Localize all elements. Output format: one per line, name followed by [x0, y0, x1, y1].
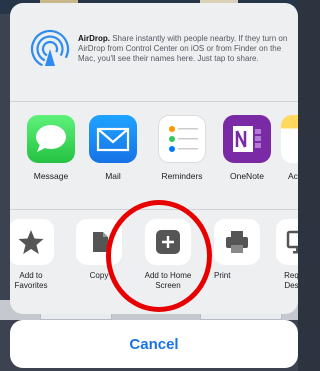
action-print[interactable]: Print [210, 219, 264, 281]
airdrop-description: AirDrop. Share instantly with people nea… [78, 34, 296, 65]
message-icon [27, 115, 75, 163]
star-icon [10, 219, 54, 265]
notes-icon [281, 115, 298, 163]
divider [10, 101, 298, 102]
share-app-onenote[interactable]: OneNote [220, 115, 274, 181]
share-app-label: Reminders [161, 171, 203, 181]
action-label: Request Desktop [284, 271, 298, 290]
action-label: Add to Favorites [14, 271, 48, 290]
share-app-label: Ac [288, 171, 298, 181]
airdrop-body: Share instantly with people nearby. If t… [78, 34, 288, 64]
red-highlight-circle [106, 200, 212, 312]
mail-icon [89, 115, 137, 163]
share-app-reminders[interactable]: Reminders [155, 115, 209, 181]
action-request-desktop[interactable]: Request Desktop [272, 219, 298, 290]
reminders-icon [158, 115, 206, 163]
share-app-label: Message [33, 171, 69, 181]
desktop-icon [276, 219, 298, 265]
onenote-icon [223, 115, 271, 163]
airdrop-section[interactable]: AirDrop. Share instantly with people nea… [10, 3, 298, 101]
share-apps-row: Message Mail Reminders OneNote Ac [10, 115, 298, 199]
action-label: Print [214, 271, 231, 280]
share-app-mail[interactable]: Mail [86, 115, 140, 181]
printer-icon [214, 219, 260, 265]
share-app-notes[interactable]: Ac [278, 115, 298, 181]
airdrop-title: AirDrop. [78, 34, 110, 43]
airdrop-icon [30, 29, 70, 69]
share-app-message[interactable]: Message [24, 115, 78, 181]
share-app-label: OneNote [229, 171, 265, 181]
share-app-label: Mail [105, 171, 121, 181]
action-add-to-favorites[interactable]: Add to Favorites [10, 219, 58, 290]
cancel-button[interactable]: Cancel [10, 320, 298, 368]
